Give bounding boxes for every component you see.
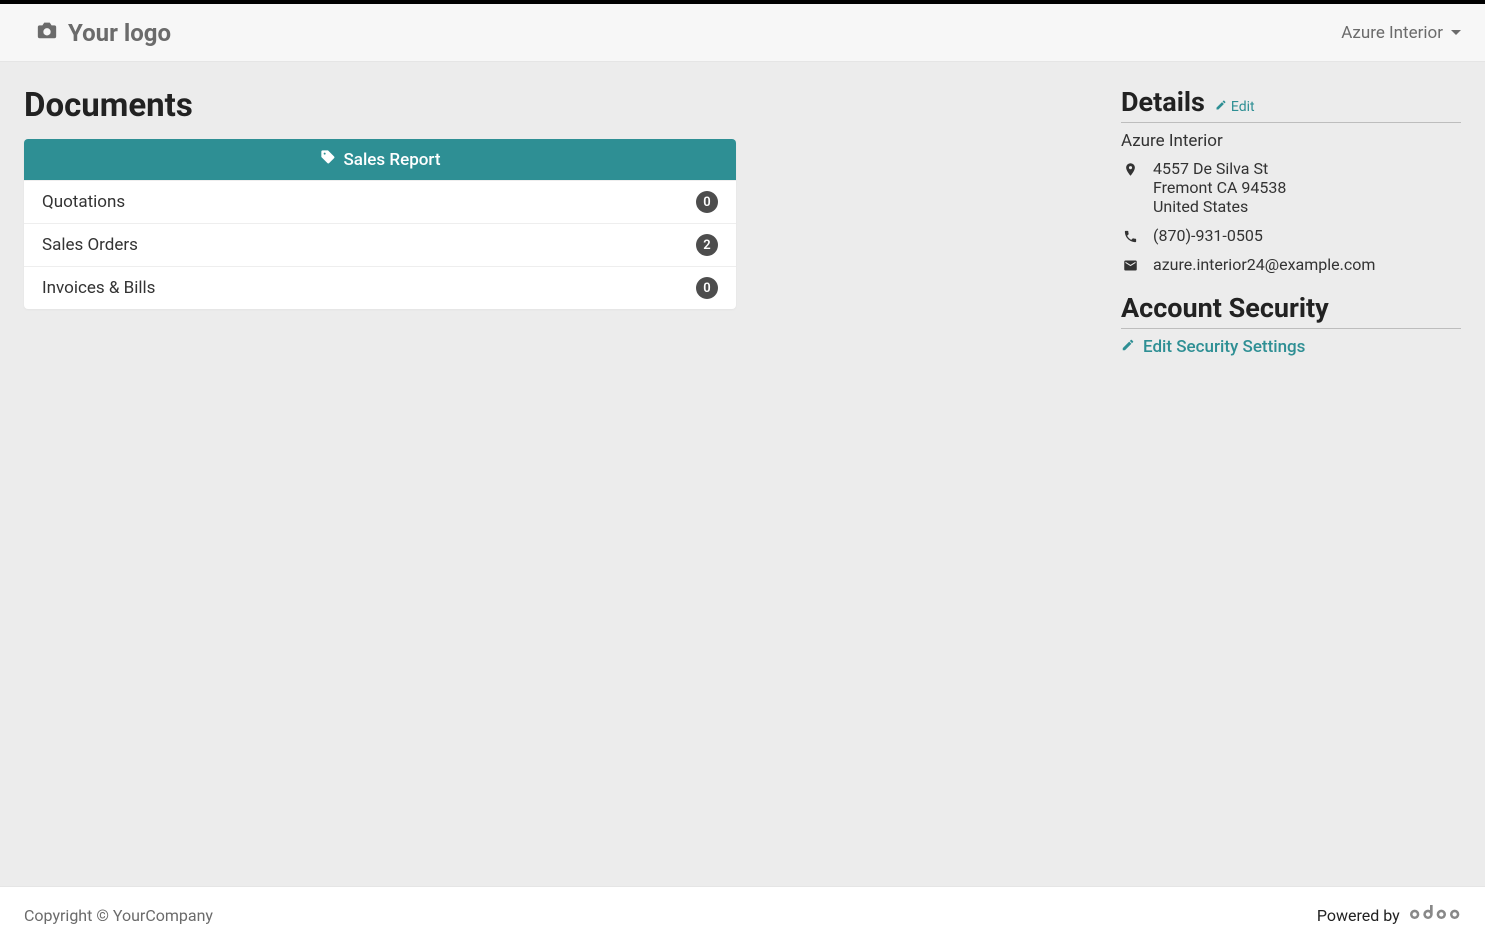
address-line1: 4557 De Silva St xyxy=(1153,159,1286,178)
tag-icon xyxy=(320,149,336,170)
edit-security-link[interactable]: Edit Security Settings xyxy=(1121,337,1305,357)
documents-section: Documents Sales Report Quotations 0 Sale… xyxy=(24,86,736,309)
footer: Copyright © YourCompany Powered by xyxy=(0,886,1485,943)
main-content: Documents Sales Report Quotations 0 Sale… xyxy=(0,62,1485,886)
user-menu-dropdown[interactable]: Azure Interior xyxy=(1341,23,1461,43)
doc-row-invoices[interactable]: Invoices & Bills 0 xyxy=(24,266,736,309)
logo-text: Your logo xyxy=(68,19,171,47)
security-heading: Account Security xyxy=(1121,292,1329,324)
doc-row-label: Quotations xyxy=(42,192,125,212)
page-title: Documents xyxy=(24,86,736,125)
copyright-text: Copyright © YourCompany xyxy=(24,906,213,925)
powered-by[interactable]: Powered by xyxy=(1317,905,1461,925)
details-sidebar: Details Edit Azure Interior 4557 De Silv… xyxy=(1121,86,1461,357)
edit-security-label: Edit Security Settings xyxy=(1143,337,1305,357)
chevron-down-icon xyxy=(1451,30,1461,35)
details-heading-row: Details Edit xyxy=(1121,86,1461,123)
envelope-icon xyxy=(1121,255,1139,273)
map-marker-icon xyxy=(1121,159,1139,177)
logo[interactable]: Your logo xyxy=(36,19,171,47)
documents-list: Sales Report Quotations 0 Sales Orders 2… xyxy=(24,139,736,309)
phone-icon xyxy=(1121,226,1139,244)
edit-label: Edit xyxy=(1231,99,1255,115)
odoo-logo-icon xyxy=(1408,905,1461,925)
pencil-icon xyxy=(1215,99,1227,115)
address-row: 4557 De Silva St Fremont CA 94538 United… xyxy=(1121,159,1461,216)
header-nav: Your logo Azure Interior xyxy=(0,4,1485,62)
powered-by-label: Powered by xyxy=(1317,906,1400,925)
pencil-icon xyxy=(1121,337,1135,357)
count-badge: 0 xyxy=(696,277,718,299)
email-row: azure.interior24@example.com xyxy=(1121,255,1461,274)
phone-row: (870)-931-0505 xyxy=(1121,226,1461,245)
address-line3: United States xyxy=(1153,197,1286,216)
details-heading: Details xyxy=(1121,86,1205,118)
sales-report-button[interactable]: Sales Report xyxy=(24,139,736,180)
count-badge: 2 xyxy=(696,234,718,256)
doc-row-sales-orders[interactable]: Sales Orders 2 xyxy=(24,223,736,266)
security-heading-row: Account Security xyxy=(1121,292,1461,329)
doc-row-label: Sales Orders xyxy=(42,235,138,255)
doc-row-quotations[interactable]: Quotations 0 xyxy=(24,180,736,223)
sales-report-label: Sales Report xyxy=(344,150,441,170)
address-line2: Fremont CA 94538 xyxy=(1153,178,1286,197)
company-name: Azure Interior xyxy=(1121,131,1461,151)
edit-details-link[interactable]: Edit xyxy=(1215,99,1255,115)
phone-text: (870)-931-0505 xyxy=(1153,226,1263,245)
camera-icon xyxy=(36,19,58,47)
email-text: azure.interior24@example.com xyxy=(1153,255,1375,274)
count-badge: 0 xyxy=(696,191,718,213)
doc-row-label: Invoices & Bills xyxy=(42,278,155,298)
address-text: 4557 De Silva St Fremont CA 94538 United… xyxy=(1153,159,1286,216)
user-menu-label: Azure Interior xyxy=(1341,23,1443,43)
